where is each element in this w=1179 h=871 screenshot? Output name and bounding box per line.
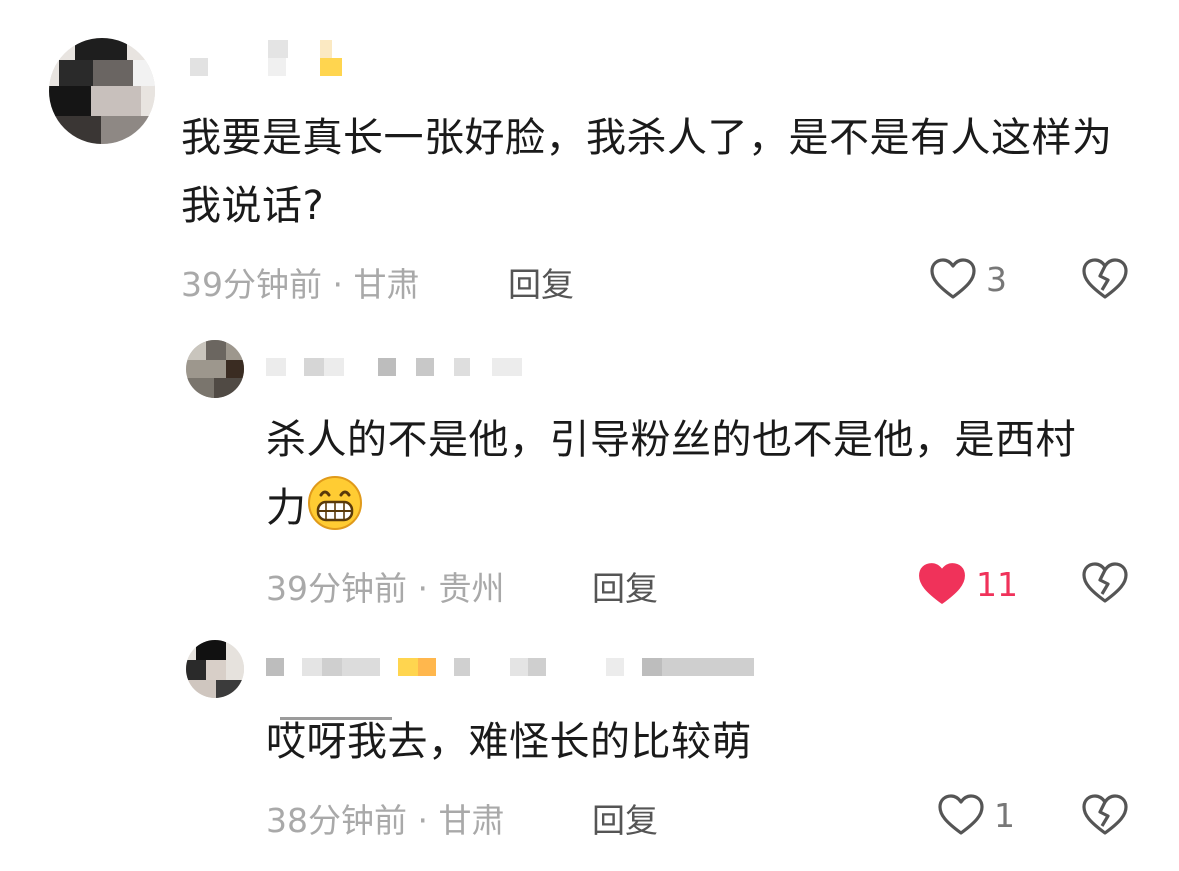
grinning-face-emoji-icon (307, 476, 362, 530)
comment-location: 甘肃 (353, 265, 420, 304)
avatar[interactable] (186, 340, 244, 398)
comment-text: 我要是真长一张好脸，我杀人了，是不是有人这样为我说话? (181, 115, 1113, 229)
comment-location: 贵州 (438, 569, 505, 608)
comment-meta: 39分钟前 · 贵州 (266, 562, 504, 610)
like-count: 11 (976, 564, 1018, 604)
comment-time: 39分钟前 (266, 569, 407, 608)
broken-heart-icon (1082, 794, 1128, 835)
avatar[interactable] (49, 38, 155, 144)
broken-heart-icon (1082, 258, 1128, 299)
username-blurred[interactable] (266, 358, 536, 378)
heart-outline-icon (930, 258, 976, 299)
dislike-button[interactable] (1082, 794, 1128, 840)
avatar[interactable] (186, 640, 244, 698)
meta-separator: · (407, 569, 439, 608)
broken-heart-icon (1082, 562, 1128, 603)
like-count: 1 (994, 795, 1015, 835)
reply-button[interactable]: 回复 (592, 794, 658, 842)
dislike-button[interactable] (1082, 562, 1128, 608)
comment-text-content: 杀人的不是他，引导粉丝的也不是他，是西村力 (266, 417, 1076, 531)
comment-time: 39分钟前 (181, 265, 322, 304)
username-blurred[interactable] (266, 658, 766, 678)
like-count: 3 (986, 259, 1007, 299)
heart-outline-icon (938, 794, 984, 835)
dislike-button[interactable] (1082, 258, 1128, 304)
comment-location: 甘肃 (438, 801, 505, 840)
heart-filled-icon (919, 563, 965, 604)
meta-separator: · (407, 801, 439, 840)
like-button[interactable]: 1 (938, 794, 1015, 836)
meta-separator: · (322, 265, 354, 304)
like-button[interactable]: 3 (930, 258, 1007, 300)
comment-meta: 38分钟前 · 甘肃 (266, 794, 504, 842)
comment-text: 杀人的不是他，引导粉丝的也不是他，是西村力 (266, 406, 1116, 542)
comment-time: 38分钟前 (266, 801, 407, 840)
reply-button[interactable]: 回复 (592, 562, 658, 610)
username-blurred[interactable] (190, 40, 350, 76)
reply-button[interactable]: 回复 (508, 258, 574, 306)
like-button[interactable]: 11 (918, 562, 1018, 606)
comment-text: 哎呀我去，难怪长的比较萌 (266, 719, 752, 765)
comment-meta: 39分钟前 · 甘肃 (181, 258, 419, 306)
